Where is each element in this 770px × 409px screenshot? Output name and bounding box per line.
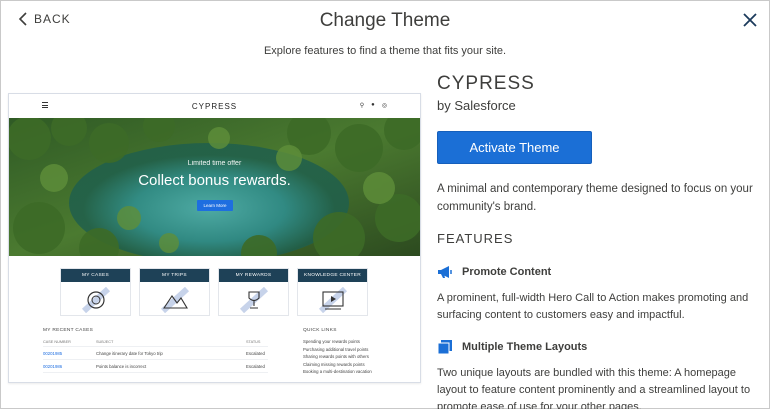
quick-link: Spending your rewards points bbox=[303, 339, 360, 344]
feature-multiple-layouts: Multiple Theme Layouts bbox=[437, 339, 587, 355]
table-row: 00201986 Points balance is incorrect Esc… bbox=[43, 360, 268, 373]
tile-label: MY CASES bbox=[61, 269, 130, 282]
feature-description: A prominent, full-width Hero Call to Act… bbox=[437, 292, 749, 321]
hero-headline: Collect bonus rewards. bbox=[138, 172, 291, 189]
case-subject: Points balance is incorrect bbox=[96, 363, 147, 369]
preview-hero-image: Limited time offer Collect bonus rewards… bbox=[9, 118, 420, 256]
layouts-icon bbox=[437, 340, 452, 355]
preview-brand: CYPRESS bbox=[191, 101, 238, 111]
case-status: Escalated bbox=[246, 350, 265, 356]
preview-bell-icon: ● bbox=[371, 102, 375, 108]
preview-nav-icons: ⚲ ● ◎ bbox=[360, 102, 387, 109]
feature-title: Promote Content bbox=[462, 266, 552, 278]
tile-label: MY TRIPS bbox=[140, 269, 209, 282]
recent-cases-title: MY RECENT CASES bbox=[43, 328, 94, 333]
page-subtitle: Explore features to find a theme that fi… bbox=[263, 45, 507, 57]
case-number: 00201986 bbox=[43, 363, 63, 369]
trophy-icon bbox=[239, 286, 268, 313]
theme-author: by Salesforce bbox=[437, 98, 516, 113]
quick-links-title: QUICK LINKS bbox=[303, 328, 337, 333]
column-header: STATUS bbox=[246, 340, 261, 344]
preview-search-icon: ⚲ bbox=[359, 103, 365, 109]
preview-recent-cases: MY RECENT CASES CASE NUMBER SUBJECT STAT… bbox=[43, 328, 268, 373]
case-number: 00201985 bbox=[43, 350, 63, 356]
mountains-icon bbox=[160, 286, 189, 313]
feature-title: Multiple Theme Layouts bbox=[462, 341, 588, 353]
tile-label: KNOWLEDGE CENTER bbox=[298, 269, 367, 282]
case-subject: Change itinerary date for Tokyo trip bbox=[96, 350, 163, 356]
quick-link: Claiming missing rewards points bbox=[303, 361, 365, 367]
column-header: CASE NUMBER bbox=[43, 340, 71, 344]
change-theme-dialog: BACK Change Theme Explore features to fi… bbox=[0, 0, 770, 409]
table-row: 00201985 Change itinerary date for Tokyo… bbox=[43, 347, 268, 360]
preview-tiles: MY CASES MY TRIPS MY REWARDS KNOWLEDGE C… bbox=[60, 268, 368, 316]
preview-quick-links: QUICK LINKS Spending your rewards points… bbox=[303, 328, 398, 376]
feature-promote-content: Promote Content bbox=[437, 264, 551, 280]
theme-preview: CYPRESS ⚲ ● ◎ Limited time offer Collect… bbox=[8, 93, 421, 383]
theme-description: A minimal and contemporary theme designe… bbox=[437, 183, 753, 213]
page-title: Change Theme bbox=[319, 10, 451, 31]
lifebuoy-icon bbox=[81, 286, 110, 313]
quick-link: Booking a multi-destination vacation bbox=[303, 369, 372, 374]
column-header: SUBJECT bbox=[96, 340, 114, 344]
preview-globe-icon: ◎ bbox=[381, 103, 387, 109]
case-status: Escalated bbox=[246, 363, 265, 369]
megaphone-icon bbox=[438, 266, 452, 278]
tile-knowledge-center: KNOWLEDGE CENTER bbox=[297, 268, 368, 316]
tile-my-rewards: MY REWARDS bbox=[218, 268, 289, 316]
close-icon[interactable] bbox=[742, 12, 758, 28]
quick-link: Purchasing additional travel points bbox=[303, 346, 369, 352]
tile-my-cases: MY CASES bbox=[60, 268, 131, 316]
cases-header-row: CASE NUMBER SUBJECT STATUS bbox=[43, 338, 268, 347]
activate-theme-button[interactable]: Activate Theme bbox=[437, 131, 592, 164]
hero-learn-more-button: Learn More bbox=[197, 200, 233, 211]
theme-name: CYPRESS bbox=[437, 73, 535, 94]
tile-label: MY REWARDS bbox=[219, 269, 288, 282]
feature-description: Two unique layouts are bundled with this… bbox=[437, 367, 751, 409]
video-player-icon bbox=[318, 286, 347, 313]
quick-link: Sharing rewards points with others bbox=[303, 354, 369, 359]
features-heading: FEATURES bbox=[437, 231, 514, 246]
tile-my-trips: MY TRIPS bbox=[139, 268, 210, 316]
hero-small-text: Limited time offer bbox=[187, 160, 242, 167]
